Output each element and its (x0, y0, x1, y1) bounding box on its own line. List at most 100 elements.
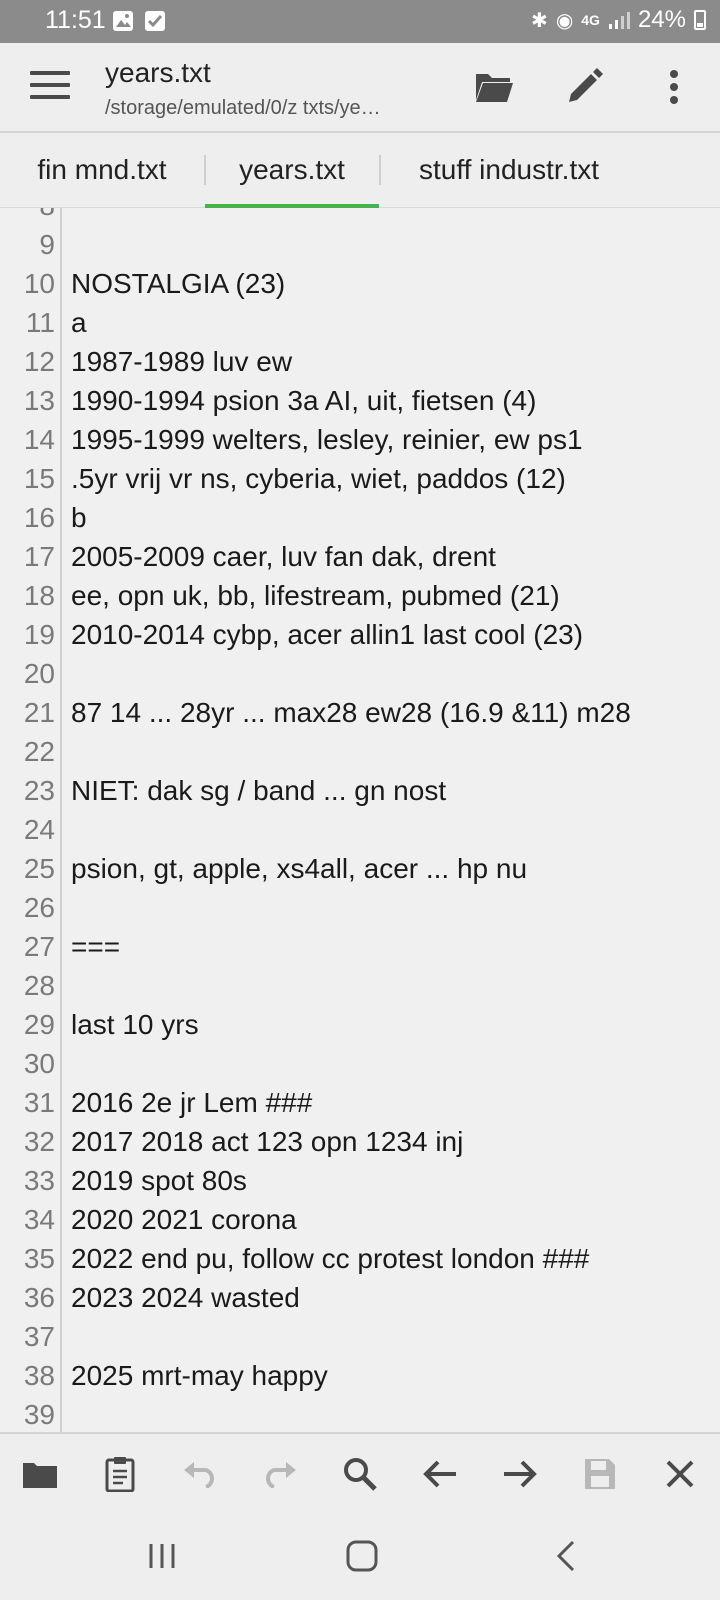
open-file-button[interactable] (18, 1452, 62, 1496)
line-text[interactable]: 1995-1999 welters, lesley, reinier, ew p… (71, 420, 583, 459)
line-number: 20 (23, 658, 55, 689)
editor-line[interactable]: 37 (0, 1317, 720, 1356)
editor-line[interactable]: 34 2020 2021 corona (0, 1200, 720, 1239)
line-text[interactable]: 2016 2e jr Lem ### (71, 1083, 312, 1122)
undo-button[interactable] (178, 1452, 222, 1496)
more-options-button[interactable] (652, 65, 696, 109)
tab-years[interactable]: years.txt (205, 133, 379, 209)
line-text[interactable]: 2025 mrt-may happy (71, 1356, 328, 1395)
line-text[interactable]: 2005-2009 caer, luv fan dak, drent (71, 537, 496, 576)
arrow-right-icon (504, 1460, 537, 1488)
line-number: 18 (23, 580, 55, 611)
editor-line[interactable]: 13 1990-1994 psion 3a AI, uit, fietsen (4… (0, 381, 720, 420)
line-number: 34 (23, 1204, 55, 1235)
app-bar: years.txt /storage/emulated/0/z txts/ye… (0, 43, 720, 133)
line-text[interactable]: ee, opn uk, bb, lifestream, pubmed (21) (71, 576, 560, 615)
editor-line[interactable]: 17 2005-2009 caer, luv fan dak, drent (0, 537, 720, 576)
line-text[interactable]: .5yr vrij vr ns, cyberia, wiet, paddos (… (71, 459, 566, 498)
save-button[interactable] (578, 1452, 622, 1496)
line-number: 33 (23, 1165, 55, 1196)
menu-button[interactable] (30, 71, 70, 103)
editor-line[interactable]: 31 2016 2e jr Lem ### (0, 1083, 720, 1122)
home-button[interactable] (332, 1534, 392, 1578)
line-number: 9 (39, 229, 55, 260)
bluetooth-icon: ✱ (531, 9, 548, 32)
line-text[interactable]: === (71, 927, 120, 966)
back-button[interactable] (536, 1534, 596, 1578)
line-number: 26 (23, 892, 55, 923)
line-text[interactable]: 1990-1994 psion 3a AI, uit, fietsen (4) (71, 381, 536, 420)
editor-line[interactable]: 10 NOSTALGIA (23) (0, 264, 720, 303)
editor-line[interactable]: 28 (0, 966, 720, 1005)
editor-line[interactable]: 20 (0, 654, 720, 693)
open-folder-button[interactable] (472, 65, 516, 109)
line-text[interactable]: a (71, 303, 87, 342)
line-number: 22 (23, 736, 55, 767)
editor-line[interactable]: 38 2025 mrt-may happy (0, 1356, 720, 1395)
editor-line[interactable]: 15 .5yr vrij vr ns, cyberia, wiet, paddos… (0, 459, 720, 498)
editor-line[interactable]: 33 2019 spot 80s (0, 1161, 720, 1200)
battery-icon (694, 10, 706, 30)
paste-button[interactable] (98, 1452, 142, 1496)
text-editor[interactable]: 8 9 10 NOSTALGIA (23) 11 a 12 1987-1989 luv ew… (0, 208, 720, 1432)
line-text[interactable]: 2023 2024 wasted (71, 1278, 300, 1317)
tab-stuff-industr[interactable]: stuff industr.txt (398, 133, 620, 207)
editor-line[interactable]: 30 (0, 1044, 720, 1083)
line-text[interactable]: 1987-1989 luv ew (71, 342, 292, 381)
editor-line[interactable]: 24 (0, 810, 720, 849)
editor-line[interactable]: 23 NIET: dak sg / band ... gn nost (0, 771, 720, 810)
line-number: 11 (25, 307, 55, 338)
line-text[interactable]: 2017 2018 act 123 opn 1234 inj (71, 1122, 463, 1161)
editor-line[interactable]: 35 2022 end pu, follow cc protest london … (0, 1239, 720, 1278)
line-text[interactable]: 87 14 ... 28yr ... max28 ew28 (16.9 &11)… (71, 693, 631, 732)
line-number: 23 (23, 775, 55, 806)
editor-line[interactable]: 19 2010-2014 cybp, acer allin1 last cool … (0, 615, 720, 654)
editor-line[interactable]: 14 1995-1999 welters, lesley, reinier, ew… (0, 420, 720, 459)
editor-line[interactable]: 21 87 14 ... 28yr ... max28 ew28 (16.9 &1… (0, 693, 720, 732)
pencil-icon (569, 68, 603, 102)
tab-fin-mnd[interactable]: fin mnd.txt (16, 133, 188, 207)
gallery-notification-icon (113, 11, 133, 31)
line-text[interactable]: 2010-2014 cybp, acer allin1 last cool (2… (71, 615, 583, 654)
folder-icon (23, 1463, 57, 1488)
editor-line[interactable]: 11 a (0, 303, 720, 342)
check-notification-icon (145, 11, 165, 31)
line-text[interactable]: 2019 spot 80s (71, 1161, 247, 1200)
line-number: 10 (23, 268, 55, 299)
editor-line[interactable]: 18 ee, opn uk, bb, lifestream, pubmed (21… (0, 576, 720, 615)
editor-line[interactable]: 16 b (0, 498, 720, 537)
line-number: 14 (23, 424, 55, 455)
close-file-button[interactable] (658, 1452, 702, 1496)
tab-divider (379, 155, 381, 185)
line-text[interactable]: b (71, 498, 87, 537)
editor-line[interactable]: 9 (0, 225, 720, 264)
editor-line[interactable]: 36 2023 2024 wasted (0, 1278, 720, 1317)
editor-line[interactable]: 27 === (0, 927, 720, 966)
folder-open-icon (476, 74, 513, 102)
hotspot-icon: ◉ (555, 9, 574, 32)
line-text[interactable]: NIET: dak sg / band ... gn nost (71, 771, 446, 810)
line-text[interactable]: 2022 end pu, follow cc protest london ##… (71, 1239, 589, 1278)
editor-line[interactable]: 25 psion, gt, apple, xs4all, acer ... hp … (0, 849, 720, 888)
editor-line[interactable]: 32 2017 2018 act 123 opn 1234 inj (0, 1122, 720, 1161)
recent-apps-button[interactable] (132, 1534, 192, 1578)
editor-line[interactable]: 29 last 10 yrs (0, 1005, 720, 1044)
redo-button[interactable] (258, 1452, 302, 1496)
partial-line: 8 (0, 208, 720, 225)
close-icon (666, 1460, 694, 1488)
line-text[interactable]: 2020 2021 corona (71, 1200, 297, 1239)
editor-line[interactable]: 26 (0, 888, 720, 927)
line-text[interactable]: NOSTALGIA (23) (71, 264, 285, 303)
edit-button[interactable] (562, 65, 606, 109)
line-text[interactable]: psion, gt, apple, xs4all, acer ... hp nu (71, 849, 527, 888)
recent-apps-icon (149, 1544, 175, 1568)
line-text[interactable]: last 10 yrs (71, 1005, 199, 1044)
undo-icon (184, 1462, 214, 1488)
previous-button[interactable] (418, 1452, 462, 1496)
line-number: 24 (23, 814, 55, 845)
editor-line[interactable]: 22 (0, 732, 720, 771)
search-button[interactable] (338, 1452, 382, 1496)
next-button[interactable] (498, 1452, 542, 1496)
editor-line[interactable]: 12 1987-1989 luv ew (0, 342, 720, 381)
editor-line[interactable]: 39 (0, 1395, 720, 1432)
